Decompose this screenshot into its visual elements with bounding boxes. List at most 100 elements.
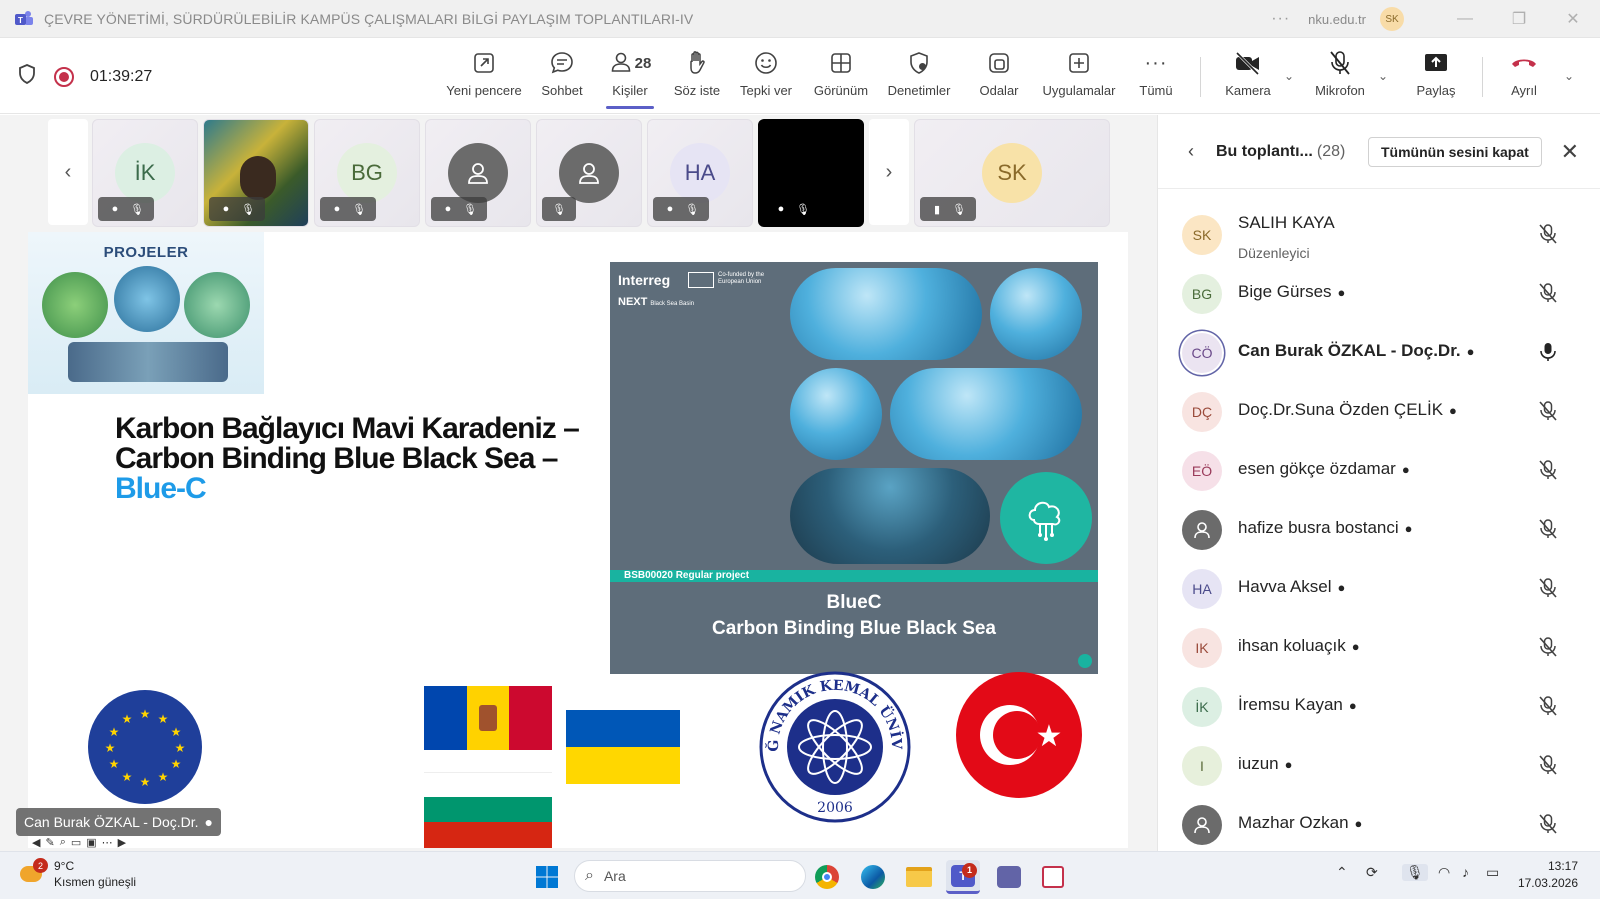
- snipping-tool-icon[interactable]: [1036, 860, 1070, 894]
- sea-shape: [790, 368, 882, 460]
- participant-tile[interactable]: HA ● 🎙: [647, 119, 753, 227]
- raise-hand-button[interactable]: Söz iste: [672, 47, 722, 107]
- more-button[interactable]: ··· Tümü: [1134, 47, 1178, 107]
- start-button[interactable]: [530, 860, 564, 894]
- new-window-button[interactable]: Yeni pencere: [446, 47, 522, 107]
- svg-text:★: ★: [1036, 719, 1063, 754]
- mic-muted-icon[interactable]: [1537, 813, 1559, 835]
- participant-name: Havva Aksel ●: [1238, 577, 1346, 596]
- participant-name: Bige Gürses ●: [1238, 282, 1346, 301]
- zoom-icon[interactable]: ⌕: [60, 836, 66, 849]
- sync-icon[interactable]: ⟳: [1366, 864, 1378, 881]
- leave-button[interactable]: Ayrıl: [1500, 47, 1548, 107]
- self-tile[interactable]: SK ▮ 🎙: [914, 119, 1110, 227]
- participant-row[interactable]: BG Bige Gürses ●: [1158, 264, 1600, 322]
- participant-tile[interactable]: ● 🎙: [425, 119, 531, 227]
- participant-tile[interactable]: BG ● 🎙: [314, 119, 420, 227]
- participant-row[interactable]: Mazhar Ozkan ●: [1158, 795, 1600, 853]
- participant-row[interactable]: HA Havva Aksel ●: [1158, 559, 1600, 617]
- participant-video-tile[interactable]: ● 🎙: [203, 119, 309, 227]
- slide-title: Karbon Bağlayıcı Mavi Karadeniz – Carbon…: [115, 412, 580, 504]
- mic-muted-icon[interactable]: [1537, 636, 1559, 658]
- cofunded-text: Co-funded by the European Union: [718, 272, 765, 285]
- mic-muted-icon[interactable]: [1537, 577, 1559, 599]
- controls-button[interactable]: Denetimler: [884, 47, 954, 107]
- participant-row[interactable]: CÖ Can Burak ÖZKAL - Doç.Dr. ●: [1158, 323, 1600, 381]
- participant-row[interactable]: EÖ esen gökçe özdamar ●: [1158, 441, 1600, 499]
- share-button[interactable]: Paylaş: [1412, 47, 1460, 107]
- leave-options-chevron-icon[interactable]: ⌄: [1564, 69, 1574, 83]
- toolbar-divider: [1482, 57, 1483, 97]
- file-explorer-icon[interactable]: [902, 860, 936, 894]
- recording-icon: [54, 66, 74, 87]
- mic-muted-icon[interactable]: [1537, 518, 1559, 540]
- participant-row[interactable]: SK SALIH KAYA Düzenleyici: [1158, 205, 1600, 263]
- apps-button[interactable]: Uygulamalar: [1038, 47, 1120, 107]
- search-icon: ⌕: [585, 867, 594, 884]
- participant-row[interactable]: IK ihsan koluaçık ●: [1158, 618, 1600, 676]
- close-window-icon[interactable]: ✕: [1546, 0, 1600, 38]
- mic-on-icon[interactable]: [1537, 341, 1559, 363]
- participant-tile[interactable]: 🎙: [536, 119, 642, 227]
- camera-options-chevron-icon[interactable]: ⌄: [1284, 69, 1294, 83]
- mic-muted-icon[interactable]: [1537, 695, 1559, 717]
- screen-icon[interactable]: ▣: [86, 836, 96, 849]
- participant-row[interactable]: hafize busra bostanci ●: [1158, 500, 1600, 558]
- presenter-controls: ◀ ✎ ⌕ ▭ ▣ ⋯ ▶: [32, 836, 126, 849]
- tray-chevron-up-icon[interactable]: ⌃: [1336, 864, 1348, 881]
- pen-icon[interactable]: ✎: [45, 836, 54, 849]
- mic-muted-icon[interactable]: [1537, 223, 1559, 245]
- avatar: SK: [1182, 215, 1222, 255]
- mic-muted-icon[interactable]: [1537, 754, 1559, 776]
- microphone-button[interactable]: Mikrofon: [1310, 47, 1370, 107]
- teams-classic-icon[interactable]: [992, 860, 1026, 894]
- prev-participants-button[interactable]: ‹: [48, 119, 88, 225]
- mic-muted-icon[interactable]: [1537, 400, 1559, 422]
- participant-row[interactable]: DÇ Doç.Dr.Suna Özden ÇELİK ●: [1158, 382, 1600, 440]
- participant-row[interactable]: İK İremsu Kayan ●: [1158, 677, 1600, 735]
- next-participants-button[interactable]: ›: [869, 119, 909, 225]
- people-button[interactable]: 28 Kişiler: [602, 47, 658, 109]
- react-button[interactable]: Tepki ver: [734, 47, 798, 107]
- avatar: I: [1182, 746, 1222, 786]
- captions-icon[interactable]: ▭: [71, 836, 81, 849]
- security-shield-icon[interactable]: [18, 64, 36, 89]
- chat-button[interactable]: Sohbet: [536, 47, 588, 107]
- account-avatar[interactable]: SK: [1380, 7, 1404, 31]
- volume-icon[interactable]: ♪: [1462, 864, 1469, 880]
- back-icon[interactable]: ◀: [32, 836, 40, 849]
- system-clock[interactable]: 13:17 17.03.2026: [1518, 858, 1578, 892]
- view-button[interactable]: Görünüm: [810, 47, 872, 107]
- mute-all-button[interactable]: Tümünün sesini kapat: [1368, 137, 1542, 167]
- mic-muted-icon[interactable]: [1537, 282, 1559, 304]
- camera-button[interactable]: Kamera: [1220, 47, 1276, 107]
- battery-icon[interactable]: ▭: [1486, 864, 1499, 881]
- teams-taskbar-icon[interactable]: T1: [946, 860, 980, 894]
- forward-icon[interactable]: ▶: [118, 836, 126, 849]
- svg-text:★: ★: [158, 770, 169, 784]
- slide-title-line1: Karbon Bağlayıcı Mavi Karadeniz –: [115, 412, 580, 445]
- minimize-icon[interactable]: —: [1438, 0, 1492, 38]
- participant-tile[interactable]: İK ● 🎙: [92, 119, 198, 227]
- wifi-icon[interactable]: ◠: [1438, 864, 1450, 881]
- sea-shape: [790, 268, 982, 360]
- participant-row[interactable]: Iiuzun ●: [1158, 736, 1600, 794]
- mic-muted-icon[interactable]: [1537, 459, 1559, 481]
- back-chevron-icon[interactable]: ‹: [1188, 141, 1194, 162]
- rooms-button[interactable]: Odalar: [974, 47, 1024, 107]
- guest-icon: ●: [111, 203, 119, 215]
- weather-widget[interactable]: 2 9°C Kısmen güneşli: [18, 858, 136, 890]
- participant-tile[interactable]: ● 🎙: [758, 119, 864, 227]
- more-icon[interactable]: ⋯: [102, 836, 113, 849]
- more-options-icon[interactable]: ···: [1271, 10, 1290, 28]
- close-panel-icon[interactable]: ✕: [1561, 139, 1579, 165]
- moldova-flag: [424, 686, 553, 750]
- mic-muted-tray-icon[interactable]: 🎙: [1402, 864, 1428, 881]
- clock-time: 13:17: [1547, 859, 1578, 873]
- maximize-icon[interactable]: ❐: [1492, 0, 1546, 38]
- mic-options-chevron-icon[interactable]: ⌄: [1378, 69, 1388, 83]
- edge-icon[interactable]: [856, 860, 890, 894]
- taskbar-search[interactable]: ⌕ Ara: [574, 860, 806, 892]
- chrome-icon[interactable]: [810, 860, 844, 894]
- participant-name: Can Burak ÖZKAL - Doç.Dr. ●: [1238, 341, 1475, 360]
